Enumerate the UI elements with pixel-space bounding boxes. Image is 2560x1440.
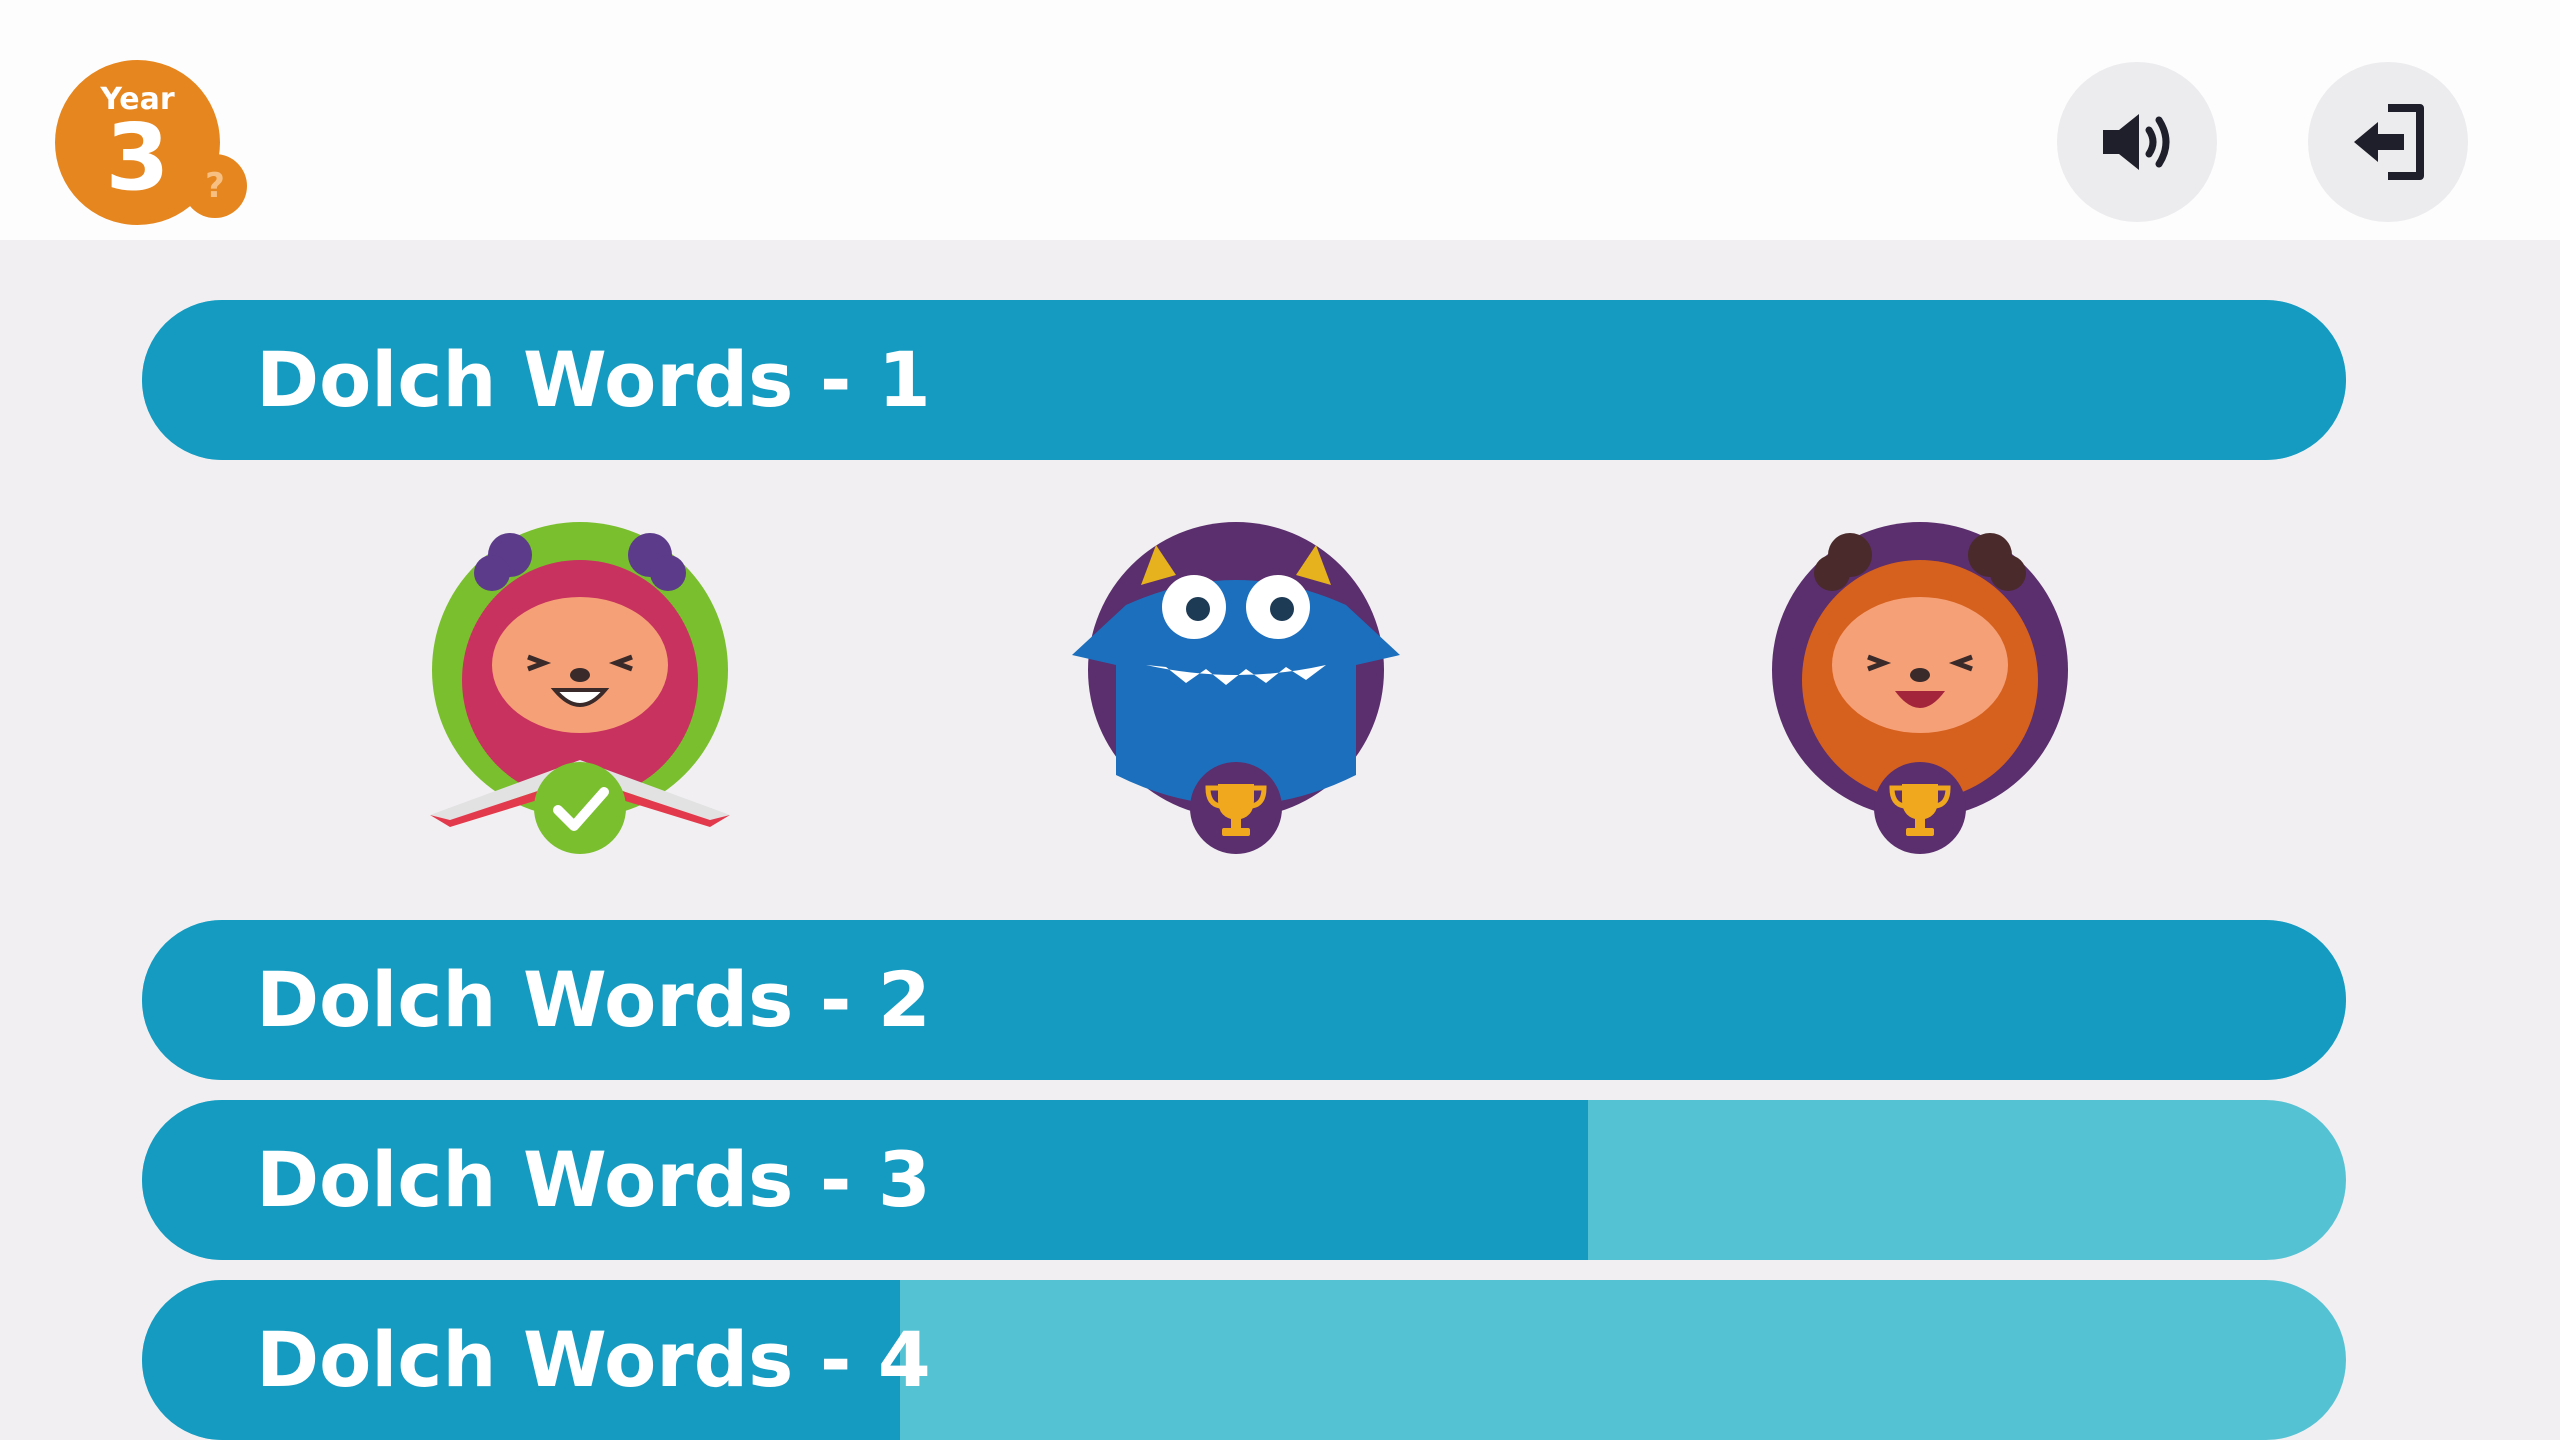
help-button[interactable]: ? [183,154,247,218]
level-bar-1[interactable]: Dolch Words - 1 [142,300,2346,460]
sound-button[interactable] [2057,62,2217,222]
activity-1[interactable] [410,515,750,860]
level-title: Dolch Words - 1 [256,335,931,424]
trophy-icon [1190,762,1282,854]
activity-2[interactable] [1066,515,1406,860]
level-title: Dolch Words - 2 [256,955,931,1044]
level-bar-4[interactable]: Dolch Words - 4 [142,1280,2346,1440]
activity-3[interactable] [1750,515,2090,860]
level-bar-2[interactable]: Dolch Words - 2 [142,920,2346,1080]
checkmark-icon [534,762,626,854]
exit-button[interactable] [2308,62,2468,222]
exit-arrow-icon [2354,104,2424,180]
speaker-volume-icon [2103,114,2170,170]
top-bar: Year 3 ? [0,0,2560,240]
level-title: Dolch Words - 3 [256,1135,931,1224]
level-title: Dolch Words - 4 [256,1315,931,1404]
level-bar-3[interactable]: Dolch Words - 3 [142,1100,2346,1260]
trophy-icon [1874,762,1966,854]
